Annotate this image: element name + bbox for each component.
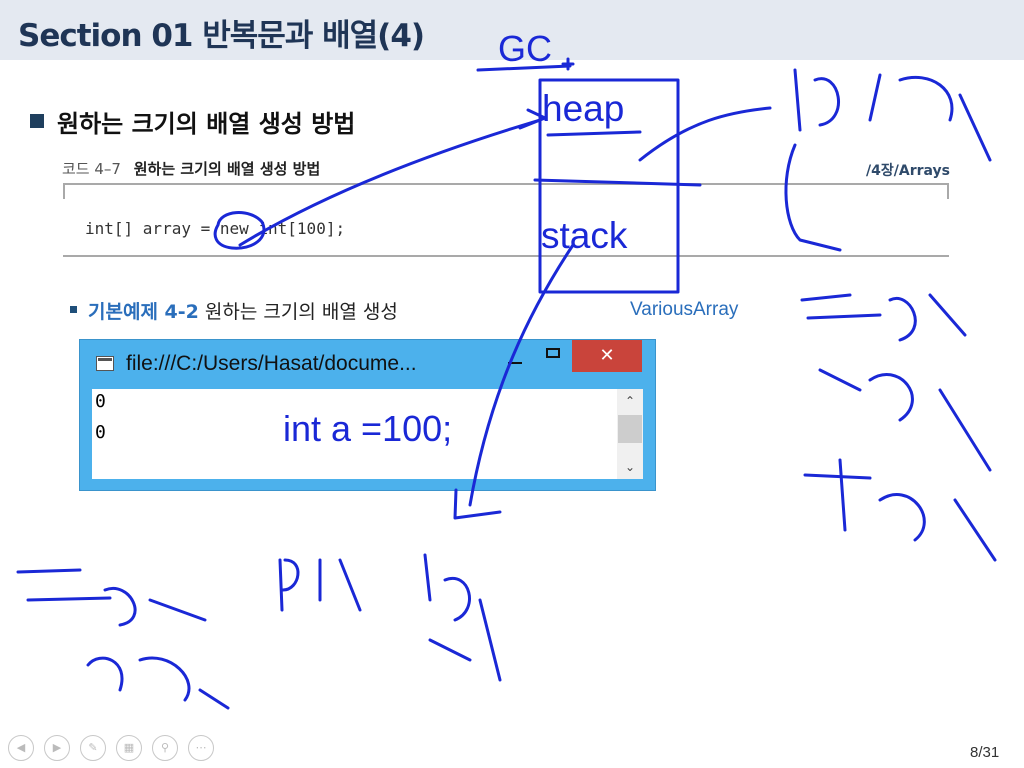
- statement-label: int a =100;: [283, 408, 453, 449]
- scribble-right-2: [818, 368, 992, 472]
- next-icon[interactable]: ▶: [44, 735, 70, 761]
- heap-underline: [546, 130, 642, 137]
- scribble-right-3: [803, 458, 997, 562]
- scribble-right-1: [800, 293, 967, 342]
- scribble-top-right: [793, 68, 992, 162]
- slides-icon[interactable]: ▦: [116, 735, 142, 761]
- gc-label: GC: [498, 28, 552, 69]
- vertical-scrollbar[interactable]: ⌃ ⌄: [617, 389, 643, 479]
- scribble-bottom-mid-2: [423, 553, 502, 682]
- code-caption: 코드 4–7 원하는 크기의 배열 생성 방법: [62, 158, 320, 179]
- example-class-name: VariousArray: [630, 299, 739, 320]
- heap-to-note-line: [638, 106, 772, 162]
- window-title: file:///C:/Users/Hasat/docume...: [126, 352, 417, 375]
- scribble-bottom-left-2: [86, 656, 230, 710]
- page-number: 8/31: [970, 744, 1000, 761]
- scribble-bottom-left-1: [16, 568, 207, 627]
- code-line: int[] array = new int[100];: [85, 219, 346, 238]
- scroll-thumb[interactable]: [618, 415, 642, 443]
- maximize-button[interactable]: [538, 340, 568, 372]
- zoom-icon[interactable]: ⚲: [152, 735, 178, 761]
- gc-plus-icon: [561, 57, 575, 71]
- minimize-icon: [508, 362, 522, 364]
- example-line: 기본예제 4-2 원하는 크기의 배열 생성: [88, 297, 398, 324]
- example-text: 원하는 크기의 배열 생성: [204, 301, 398, 323]
- heading-bullet: [30, 114, 44, 128]
- more-icon[interactable]: ⋯: [188, 735, 214, 761]
- heap-label: heap: [542, 88, 625, 129]
- code-path: /4장/Arrays: [866, 163, 950, 179]
- stack-label: stack: [541, 215, 628, 256]
- example-bullet: [70, 306, 77, 313]
- output-line: 0: [95, 422, 106, 443]
- window-app-icon: [96, 356, 114, 371]
- prev-icon[interactable]: ◀: [8, 735, 34, 761]
- scroll-up-icon[interactable]: ⌃: [617, 391, 643, 411]
- minimize-button[interactable]: [492, 340, 538, 372]
- output-arrowhead-icon: [453, 488, 502, 520]
- example-label: 기본예제 4-2: [88, 301, 199, 323]
- output-line: 0: [95, 391, 106, 412]
- code-caption-title: 원하는 크기의 배열 생성 방법: [133, 160, 321, 178]
- slide-title: Section 01 반복문과 배열(4): [18, 18, 425, 54]
- code-box: int[] array = new int[100];: [63, 183, 949, 257]
- maximize-icon: [546, 348, 560, 358]
- scroll-down-icon[interactable]: ⌄: [617, 457, 643, 477]
- close-button[interactable]: ✕: [572, 340, 642, 372]
- section-heading: 원하는 크기의 배열 생성 방법: [57, 110, 356, 138]
- pen-icon[interactable]: ✎: [80, 735, 106, 761]
- scribble-bottom-mid-1: [278, 558, 362, 612]
- code-caption-number: 코드 4–7: [62, 160, 121, 178]
